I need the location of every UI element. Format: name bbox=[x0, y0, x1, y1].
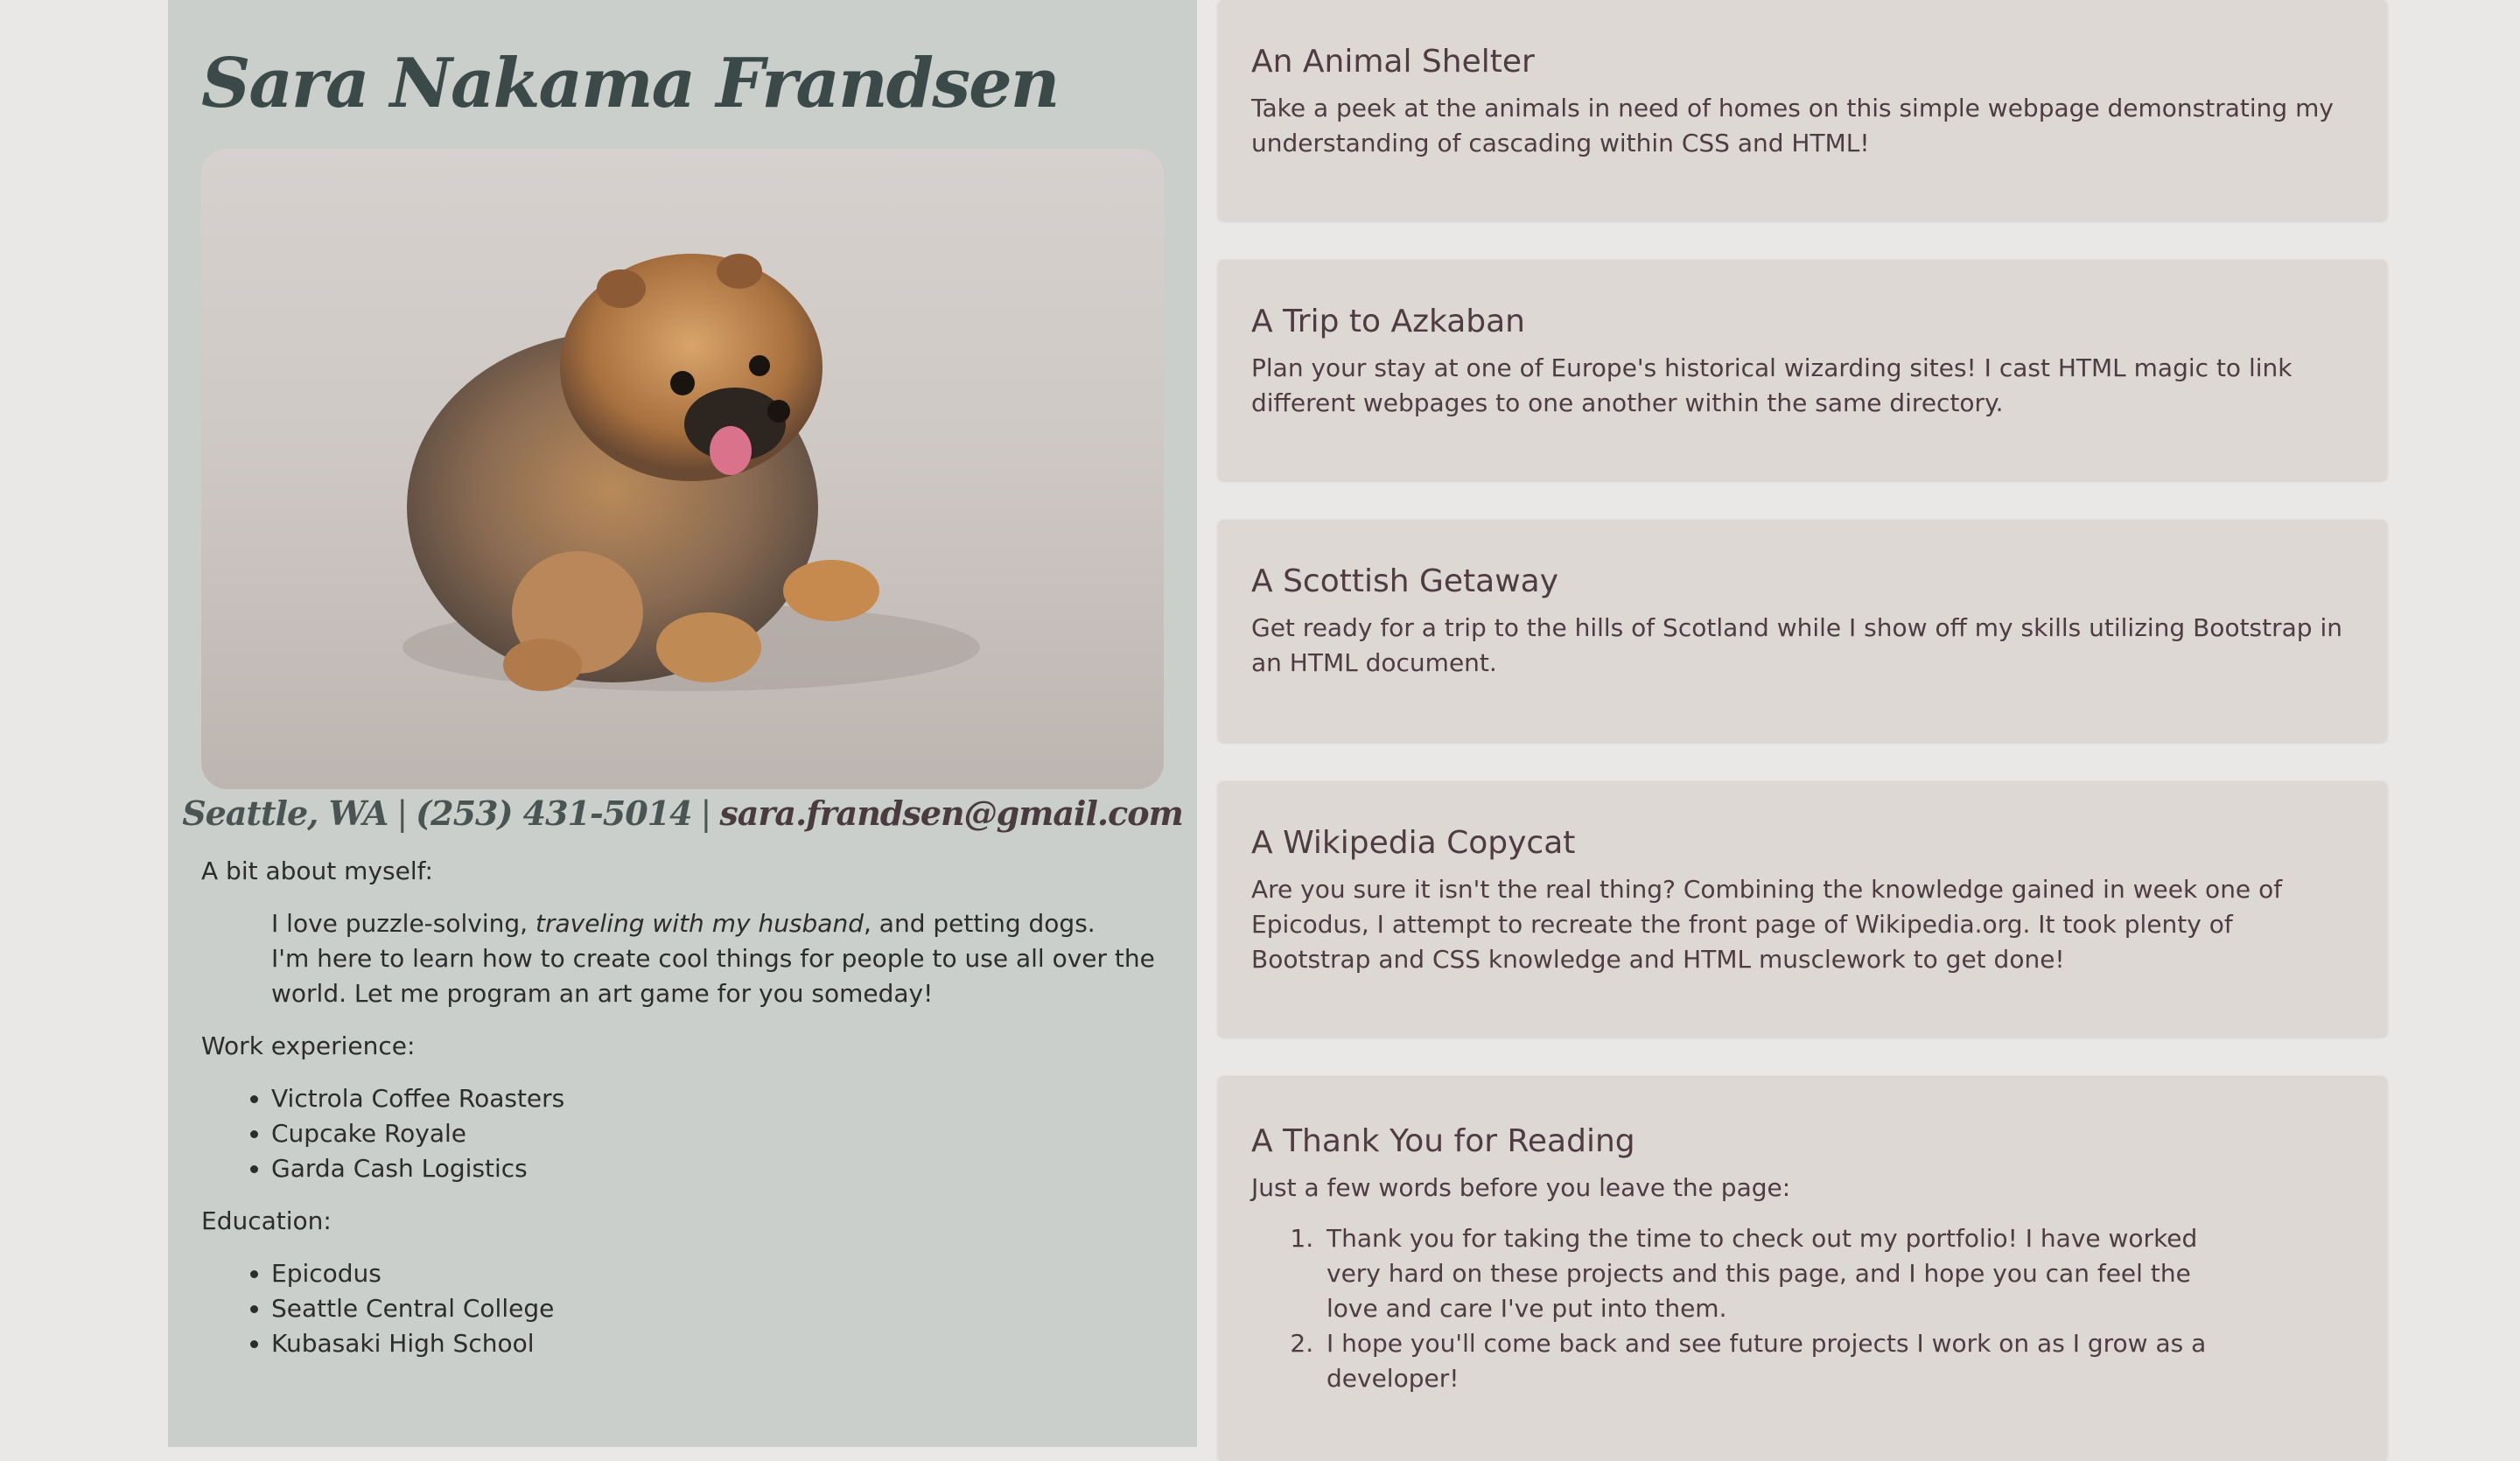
thank-you-card: A Thank You for Reading Just a few words… bbox=[1218, 1076, 2387, 1461]
contact-separator: | bbox=[396, 794, 408, 833]
contact-line: Seattle, WA | (253) 431-5014 | sara.frandsen… bbox=[168, 789, 1197, 838]
contact-separator: | bbox=[700, 794, 712, 833]
project-card-animal-shelter[interactable]: An Animal Shelter Take a peek at the ani… bbox=[1218, 0, 2387, 220]
about-text: I love puzzle-solving, traveling with my… bbox=[201, 906, 1164, 1011]
work-label: Work experience: bbox=[201, 1031, 416, 1060]
profile-content: A bit about myself: I love puzzle-solvin… bbox=[201, 854, 1164, 1361]
about-text-emphasis: traveling with my husband bbox=[535, 909, 864, 938]
work-item: Cupcake Royale bbox=[271, 1116, 1164, 1151]
profile-photo bbox=[201, 149, 1164, 789]
project-title[interactable]: An Animal Shelter bbox=[1251, 40, 2354, 84]
location-text: Seattle, WA bbox=[182, 793, 388, 833]
about-label: A bit about myself: bbox=[201, 856, 433, 885]
work-item: Garda Cash Logistics bbox=[271, 1151, 1164, 1186]
thank-you-title: A Thank You for Reading bbox=[1251, 1123, 1635, 1159]
education-label: Education: bbox=[201, 1206, 332, 1235]
phone-text: (253) 431-5014 bbox=[416, 793, 692, 833]
project-description: Plan your stay at one of Europe's histor… bbox=[1251, 353, 2292, 417]
about-text-start: I love puzzle-solving, bbox=[271, 909, 536, 938]
profile-panel: Sara Nakama Frandsen Seattle, WA | (253)… bbox=[168, 0, 1197, 1447]
project-title[interactable]: A Trip to Azkaban bbox=[1251, 300, 2354, 344]
about-text-end: , and petting dogs. bbox=[863, 909, 1096, 938]
project-title[interactable]: A Wikipedia Copycat bbox=[1251, 821, 2354, 865]
education-list: Epicodus Seattle Central College Kubasak… bbox=[201, 1256, 1164, 1361]
project-card-scottish-getaway[interactable]: A Scottish Getaway Get ready for a trip … bbox=[1218, 520, 2387, 742]
thank-you-intro: Just a few words before you leave the pa… bbox=[1251, 1173, 1791, 1202]
project-description: Are you sure it isn't the real thing? Co… bbox=[1251, 875, 2283, 974]
email-link[interactable]: sara.frandsen@gmail.com bbox=[719, 793, 1183, 833]
education-item: Kubasaki High School bbox=[271, 1326, 1164, 1361]
thank-you-item: Thank you for taking the time to check o… bbox=[1321, 1221, 2240, 1326]
project-description: Get ready for a trip to the hills of Sco… bbox=[1251, 613, 2342, 677]
about-text-line2: I'm here to learn how to create cool thi… bbox=[271, 944, 1155, 1008]
profile-name: Sara Nakama Frandsen bbox=[201, 44, 1060, 123]
education-item: Epicodus bbox=[271, 1256, 1164, 1291]
work-list: Victrola Coffee Roasters Cupcake Royale … bbox=[201, 1081, 1164, 1186]
project-card-azkaban[interactable]: A Trip to Azkaban Plan your stay at one … bbox=[1218, 260, 2387, 480]
project-title[interactable]: A Scottish Getaway bbox=[1251, 560, 2354, 604]
thank-you-item: I hope you'll come back and see future p… bbox=[1321, 1326, 2240, 1396]
education-item: Seattle Central College bbox=[271, 1291, 1164, 1326]
project-description: Take a peek at the animals in need of ho… bbox=[1251, 94, 2334, 157]
pomeranian-puppy-image bbox=[402, 254, 980, 691]
project-card-wikipedia-copycat[interactable]: A Wikipedia Copycat Are you sure it isn'… bbox=[1218, 781, 2387, 1037]
work-item: Victrola Coffee Roasters bbox=[271, 1081, 1164, 1116]
thank-you-list: Thank you for taking the time to check o… bbox=[1251, 1221, 2240, 1396]
